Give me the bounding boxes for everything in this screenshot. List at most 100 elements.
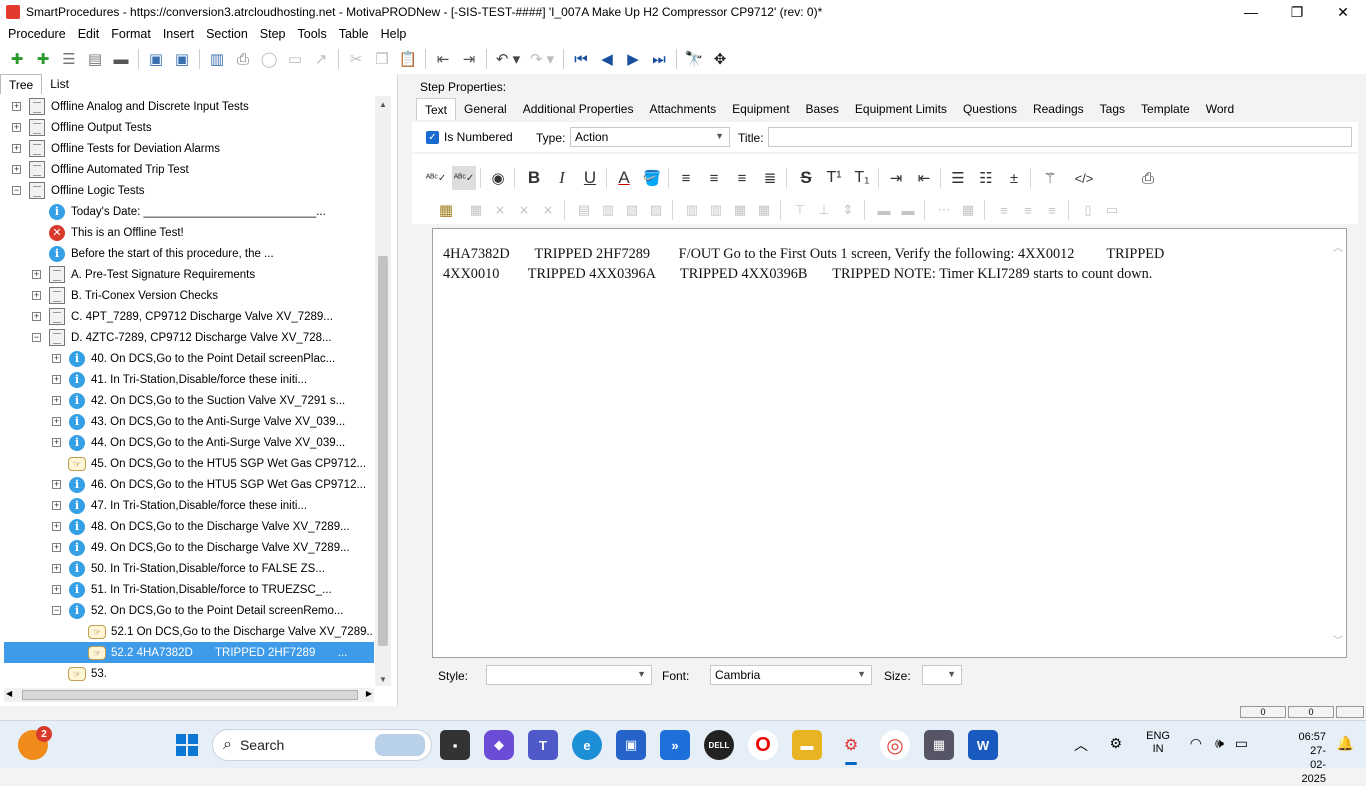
html-source-icon[interactable]: </> [1072, 166, 1096, 190]
tree-row[interactable]: ☞ 52.2 4HA7382D TRIPPED 2HF7289 ... [4, 642, 374, 663]
last-step-icon[interactable]: ⏭ [646, 47, 672, 71]
tab-equipment-limits[interactable]: Equipment Limits [847, 98, 955, 120]
tree-row[interactable]: − D. 4ZTC-7289, CP9712 Discharge Valve XV… [32, 327, 332, 348]
size-select[interactable]: ▼ [922, 665, 962, 685]
tab-tags[interactable]: Tags [1092, 98, 1133, 120]
expand-icon[interactable]: + [52, 375, 61, 384]
menu-edit[interactable]: Edit [72, 27, 106, 41]
tree-row[interactable]: + i 42. On DCS,Go to the Suction Valve XV_… [52, 390, 345, 411]
distribute-columns-icon[interactable]: ▦ [728, 198, 752, 222]
word-icon[interactable]: W [968, 730, 998, 760]
editor-scroll-down-icon[interactable]: ﹀ [1333, 632, 1343, 647]
style-select[interactable]: ▼ [486, 665, 652, 685]
tree-row[interactable]: + i 41. In Tri-Station,Disable/force these… [52, 369, 307, 390]
start-icon[interactable] [172, 730, 202, 760]
tree-row[interactable]: + Offline Automated Trip Test [12, 159, 189, 180]
find-icon[interactable]: 🔭 [681, 47, 707, 71]
insert-column-left-icon[interactable]: ▥ [680, 198, 704, 222]
tree-row[interactable]: − i 52. On DCS,Go to the Point Detail scre… [52, 600, 343, 621]
teams-icon[interactable]: T [528, 730, 558, 760]
split-cells-icon[interactable]: ▧ [620, 198, 644, 222]
expand-icon[interactable]: + [52, 354, 61, 363]
copilot-icon[interactable]: ◆ [484, 730, 514, 760]
highlight-icon[interactable]: 🪣 [640, 166, 664, 190]
network-settings-icon[interactable]: ⚙ [1109, 735, 1122, 752]
language-indicator[interactable]: ENG IN [1146, 730, 1170, 756]
expand-icon[interactable]: + [12, 165, 21, 174]
bold-icon[interactable]: B [522, 166, 546, 190]
tree-row[interactable]: + i 49. On DCS,Go to the Discharge Valve X… [52, 537, 350, 558]
step-text-editor[interactable]: 4HA7382D TRIPPED 2HF7289 F/OUT Go to the… [432, 228, 1347, 658]
bullet-list-icon[interactable]: ☰ [946, 166, 970, 190]
menu-table[interactable]: Table [333, 27, 375, 41]
move-icon[interactable]: ✥ [707, 47, 733, 71]
volume-icon[interactable]: 🕪 [1215, 735, 1224, 752]
increase-indent-icon[interactable]: ⇥ [884, 166, 908, 190]
cell-top-icon[interactable]: ▬ [872, 198, 896, 222]
is-numbered-checkbox[interactable]: ✓ [426, 131, 439, 144]
tree-row[interactable]: ✕ This is an Offline Test! [32, 222, 184, 243]
expand-icon[interactable]: + [52, 543, 61, 552]
tree-horizontal-scrollbar[interactable]: ◀ ▶ [4, 688, 374, 702]
tree-row[interactable]: + i 40. On DCS,Go to the Point Detail scre… [52, 348, 335, 369]
add-child-icon[interactable]: ✚ [30, 47, 56, 71]
tree-row[interactable]: + i 51. In Tri-Station,Disable/force to TR… [52, 579, 332, 600]
cell-format-icon[interactable]: ▨ [644, 198, 668, 222]
notifications-icon[interactable]: 🔔 [1337, 735, 1354, 752]
font-color-icon[interactable]: A [612, 166, 636, 190]
delete-table-icon[interactable]: ⨯ [488, 198, 512, 222]
tab-questions[interactable]: Questions [955, 98, 1025, 120]
tree-row[interactable]: + i 48. On DCS,Go to the Discharge Valve X… [52, 516, 350, 537]
expand-icon[interactable]: + [52, 396, 61, 405]
italic-icon[interactable]: I [550, 166, 574, 190]
save-all-icon[interactable]: ▣ [143, 47, 169, 71]
restore-button[interactable]: ❐ [1274, 0, 1320, 24]
expand-icon[interactable]: + [52, 564, 61, 573]
tab-list[interactable]: List [42, 74, 77, 94]
copy-icon[interactable]: ❐ [369, 47, 395, 71]
spellcheck-auto-icon[interactable]: ᴬᴮᶜ✓ [452, 166, 476, 190]
type-select[interactable]: Action ▼ [570, 127, 730, 147]
menu-help[interactable]: Help [375, 27, 413, 41]
column-width-icon[interactable]: ▦ [752, 198, 776, 222]
expand-icon[interactable]: + [52, 438, 61, 447]
minimize-button[interactable]: — [1228, 0, 1274, 24]
delete-column-icon[interactable]: ⨯ [536, 198, 560, 222]
scroll-up-icon[interactable]: ▲ [379, 100, 387, 109]
title-input[interactable] [768, 127, 1352, 147]
tree-row[interactable]: + i 46. On DCS,Go to the HTU5 SGP Wet Gas … [52, 474, 366, 495]
gridlines-icon[interactable]: ▦ [956, 198, 980, 222]
tree-row[interactable]: + Offline Output Tests [12, 117, 152, 138]
tab-text[interactable]: Text [416, 98, 457, 120]
tree-row[interactable]: i Today's Date: _________________________… [32, 201, 326, 222]
insert-cells-icon[interactable]: ▤ [572, 198, 596, 222]
menu-tools[interactable]: Tools [292, 27, 333, 41]
tree-row[interactable]: − Offline Logic Tests [12, 180, 145, 201]
tab-word[interactable]: Word [1198, 98, 1242, 120]
spellcheck-icon[interactable]: ᴬᴮᶜ✓ [424, 166, 448, 190]
menu-procedure[interactable]: Procedure [2, 27, 72, 41]
numbered-list-icon[interactable]: ☷ [974, 166, 998, 190]
menu-step[interactable]: Step [254, 27, 292, 41]
collapse-icon[interactable]: − [32, 333, 41, 342]
paste-icon[interactable]: 📋 [395, 47, 421, 71]
horizontal-rule-icon[interactable]: ▭ [1100, 198, 1124, 222]
expand-icon[interactable]: + [52, 417, 61, 426]
strikethrough-icon[interactable]: S [794, 166, 818, 190]
insert-row-below-icon[interactable]: ⊥ [812, 198, 836, 222]
battery-icon[interactable]: ▭ [1235, 735, 1248, 752]
task-view-icon[interactable]: ▪ [440, 730, 470, 760]
align-center-icon[interactable]: ≡ [702, 166, 726, 190]
page-break-icon[interactable]: ▯ [1076, 198, 1100, 222]
merge-cells-icon[interactable]: ▥ [596, 198, 620, 222]
print-icon[interactable]: ⎙ [230, 47, 256, 71]
indent-icon[interactable]: ⇥ [456, 47, 482, 71]
expand-icon[interactable]: + [32, 312, 41, 321]
remote-desktop-icon[interactable]: ▦ [924, 730, 954, 760]
font-select[interactable]: Cambria ▼ [710, 665, 872, 685]
align-cell-left-icon[interactable]: ≡ [992, 198, 1016, 222]
insert-table-icon[interactable]: ▦ [434, 198, 458, 222]
opera-icon[interactable]: O [748, 730, 778, 760]
insert-row-above-icon[interactable]: ⊤ [788, 198, 812, 222]
tray-overflow-icon[interactable]: ︿ [1074, 735, 1088, 755]
